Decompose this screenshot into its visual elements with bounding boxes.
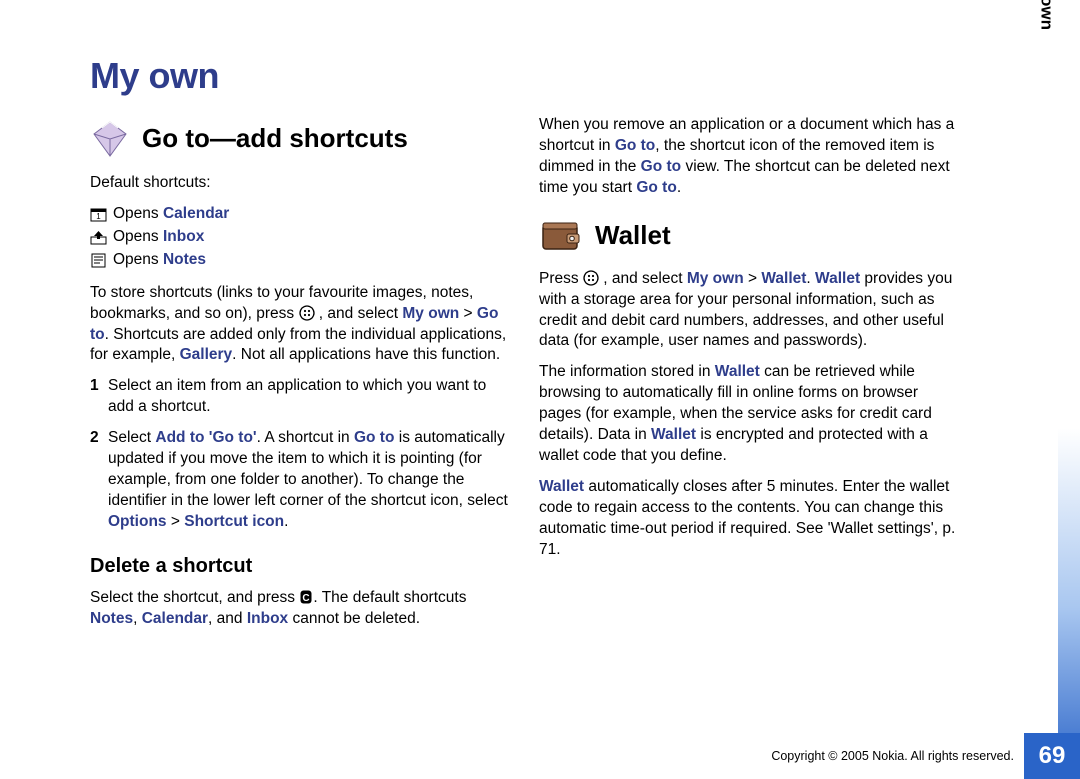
copyright-text: Copyright © 2005 Nokia. All rights reser…: [771, 749, 1014, 763]
shortcut-text: Opens Inbox: [113, 227, 204, 248]
shortcut-row: 1 Opens Calendar: [90, 204, 511, 225]
shortcut-text: Opens Calendar: [113, 204, 229, 225]
calendar-icon: 1: [90, 207, 107, 222]
page-content: My own Go to—add shortcuts Default: [90, 55, 960, 640]
right-column: When you remove an application or a docu…: [539, 115, 960, 640]
section-wallet-header: Wallet: [539, 217, 960, 255]
svg-text:C: C: [303, 593, 310, 604]
shortcut-row: Opens Notes: [90, 250, 511, 271]
delete-shortcut-paragraph: Select the shortcut, and press C. The de…: [90, 588, 511, 630]
wallet-icon: [539, 217, 583, 255]
notes-icon: [90, 253, 107, 268]
wallet-paragraph-2: The information stored in Wallet can be …: [539, 362, 960, 467]
diamond-icon: [90, 119, 130, 159]
default-shortcuts-list: 1 Opens Calendar Opens Inbox: [90, 204, 511, 271]
svg-text:1: 1: [96, 212, 101, 221]
wallet-paragraph-1: Press , and select My own > Wallet. Wall…: [539, 269, 960, 353]
goto-paragraph-1: To store shortcuts (links to your favour…: [90, 283, 511, 367]
inbox-icon: [90, 230, 107, 245]
side-tab-label: My own: [1036, 0, 1056, 30]
wallet-paragraph-3: Wallet automatically closes after 5 minu…: [539, 477, 960, 561]
remove-app-paragraph: When you remove an application or a docu…: [539, 115, 960, 199]
default-shortcuts-label: Default shortcuts:: [90, 173, 511, 194]
clear-key-icon: C: [299, 589, 313, 605]
page-title: My own: [90, 55, 960, 97]
goto-steps: Select an item from an application to wh…: [90, 376, 511, 532]
page-number: 69: [1024, 733, 1080, 779]
shortcut-text: Opens Notes: [113, 250, 206, 271]
left-column: Go to—add shortcuts Default shortcuts: 1…: [90, 115, 511, 640]
menu-key-icon: [299, 305, 315, 321]
step-2: Select Add to 'Go to'. A shortcut in Go …: [90, 428, 511, 533]
side-gradient: [1058, 0, 1080, 779]
section-goto-header: Go to—add shortcuts: [90, 119, 511, 159]
shortcut-row: Opens Inbox: [90, 227, 511, 248]
menu-key-icon: [583, 270, 599, 286]
section-wallet-title: Wallet: [595, 218, 671, 253]
delete-shortcut-heading: Delete a shortcut: [90, 553, 511, 580]
step-1: Select an item from an application to wh…: [90, 376, 511, 418]
section-goto-title: Go to—add shortcuts: [142, 121, 408, 156]
